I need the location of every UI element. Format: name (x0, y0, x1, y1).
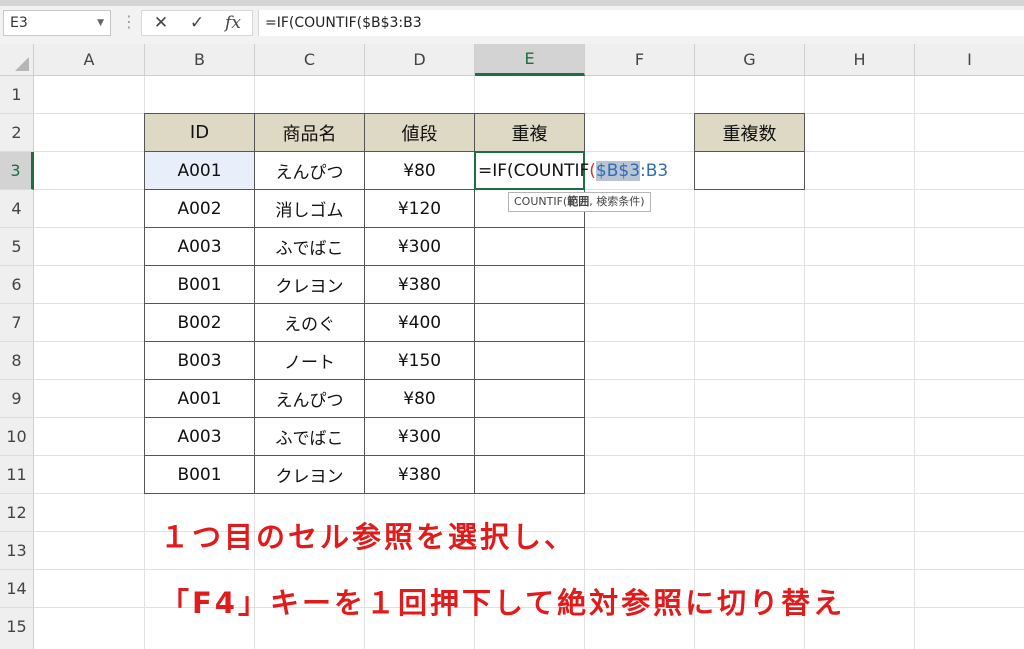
row-header-10[interactable]: 10 (0, 418, 34, 456)
formula-prefix: =IF(COUNTIF (478, 160, 590, 181)
table-cell-duplicate[interactable] (474, 227, 585, 266)
function-argument-tooltip[interactable]: COUNTIF(範囲, 検索条件) (508, 192, 651, 212)
active-cell-e3[interactable]: =IF(COUNTIF($B$3:B3 (474, 151, 668, 190)
row-header-5[interactable]: 5 (0, 228, 34, 266)
table-cell-product[interactable]: クレヨン (254, 265, 365, 304)
table-cell-price[interactable]: ¥120 (364, 189, 475, 228)
formula-selected-reference[interactable]: $B$3 (595, 160, 641, 181)
table-cell-id[interactable]: B001 (144, 455, 255, 494)
table-cell-id[interactable]: A003 (144, 227, 255, 266)
table-cell-id[interactable]: B002 (144, 303, 255, 342)
grid-line (34, 569, 1024, 570)
row-header-3[interactable]: 3 (0, 152, 34, 190)
select-all-triangle-icon (15, 57, 29, 71)
table-cell-id[interactable]: B001 (144, 265, 255, 304)
row-header-6[interactable]: 6 (0, 266, 34, 304)
table-cell-duplicate[interactable] (474, 379, 585, 418)
column-header-g[interactable]: G (695, 44, 805, 76)
annotation-line-1: １つ目のセル参照を選択し、 (160, 520, 577, 554)
table-cell-product[interactable]: えのぐ (254, 303, 365, 342)
formula-bar: E3 ▼ ⋮ ✕ ✓ fx =IF(COUNTIF($B$3:B3 (0, 6, 1024, 44)
cancel-icon[interactable]: ✕ (146, 11, 176, 35)
more-options-icon[interactable]: ⋮ (121, 12, 137, 32)
select-all-button[interactable] (0, 44, 34, 76)
table-cell-product[interactable]: ノート (254, 341, 365, 380)
row-header-13[interactable]: 13 (0, 532, 34, 570)
table-cell-product[interactable]: えんぴつ (254, 151, 365, 190)
table-cell-product[interactable]: ふでばこ (254, 227, 365, 266)
formula-buttons: ✕ ✓ fx (141, 10, 253, 36)
column-header-a[interactable]: A (34, 44, 145, 76)
table-cell-duplicate[interactable] (474, 455, 585, 494)
row-header-4[interactable]: 4 (0, 190, 34, 228)
formula-input[interactable]: =IF(COUNTIF($B$3:B3 (258, 10, 1024, 36)
column-header-f[interactable]: F (585, 44, 695, 76)
table-cell-product[interactable]: クレヨン (254, 455, 365, 494)
column-header-i[interactable]: I (915, 44, 1024, 76)
row-header-14[interactable]: 14 (0, 570, 34, 608)
header-cell-price[interactable]: 値段 (364, 113, 475, 152)
column-header-d[interactable]: D (365, 44, 475, 76)
table-cell-id[interactable]: A003 (144, 417, 255, 456)
name-box[interactable]: E3 ▼ (3, 10, 111, 36)
table-cell-duplicate[interactable] (474, 417, 585, 456)
header-cell-duplicate-count[interactable]: 重複数 (694, 113, 805, 152)
row-header-2[interactable]: 2 (0, 114, 34, 152)
annotation-line-2: 「F4」キーを１回押下して絶対参照に切り替え (160, 586, 846, 620)
table-cell-id[interactable]: A001 (144, 151, 255, 190)
table-cell-product[interactable]: ふでばこ (254, 417, 365, 456)
formula-open-paren: ( (589, 160, 596, 181)
duplicate-count-cell[interactable] (694, 151, 805, 190)
row-header-8[interactable]: 8 (0, 342, 34, 380)
chevron-down-icon[interactable]: ▼ (97, 11, 104, 35)
column-header-e[interactable]: E (475, 44, 585, 76)
row-header-15[interactable]: 15 (0, 608, 34, 649)
table-cell-id[interactable]: B003 (144, 341, 255, 380)
insert-function-icon[interactable]: fx (218, 11, 248, 35)
table-cell-duplicate[interactable] (474, 303, 585, 342)
column-header-h[interactable]: H (805, 44, 915, 76)
check-icon[interactable]: ✓ (182, 11, 212, 35)
table-cell-duplicate[interactable] (474, 265, 585, 304)
header-cell-duplicate[interactable]: 重複 (474, 113, 585, 152)
table-cell-id[interactable]: A001 (144, 379, 255, 418)
table-cell-product[interactable]: 消しゴム (254, 189, 365, 228)
name-box-value: E3 (10, 15, 28, 31)
header-cell-id[interactable]: ID (144, 113, 255, 152)
table-cell-price[interactable]: ¥80 (364, 151, 475, 190)
row-header-1[interactable]: 1 (0, 76, 34, 114)
row-header-9[interactable]: 9 (0, 380, 34, 418)
table-cell-price[interactable]: ¥300 (364, 227, 475, 266)
row-header-11[interactable]: 11 (0, 456, 34, 494)
tooltip-current-argument: 範囲 (567, 195, 590, 208)
table-cell-price[interactable]: ¥80 (364, 379, 475, 418)
grid-line (914, 76, 915, 649)
table-cell-price[interactable]: ¥380 (364, 265, 475, 304)
row-header-7[interactable]: 7 (0, 304, 34, 342)
table-cell-duplicate[interactable] (474, 341, 585, 380)
formula-reference-rest: :B3 (640, 160, 669, 181)
table-cell-price[interactable]: ¥380 (364, 455, 475, 494)
table-cell-id[interactable]: A002 (144, 189, 255, 228)
column-header-c[interactable]: C (255, 44, 365, 76)
table-cell-product[interactable]: えんぴつ (254, 379, 365, 418)
table-cell-price[interactable]: ¥400 (364, 303, 475, 342)
row-header-12[interactable]: 12 (0, 494, 34, 532)
table-cell-price[interactable]: ¥300 (364, 417, 475, 456)
worksheet-grid[interactable]: A B C D E F G H I 1 2 3 4 5 6 7 8 9 10 1… (0, 44, 1024, 649)
tooltip-remaining-arguments: , 検索条件) (589, 195, 645, 208)
header-cell-product[interactable]: 商品名 (254, 113, 365, 152)
table-cell-price[interactable]: ¥150 (364, 341, 475, 380)
column-header-b[interactable]: B (145, 44, 255, 76)
tooltip-function-name[interactable]: COUNTIF( (514, 195, 567, 208)
cell-editor-formula[interactable]: =IF(COUNTIF($B$3:B3 (478, 159, 668, 183)
